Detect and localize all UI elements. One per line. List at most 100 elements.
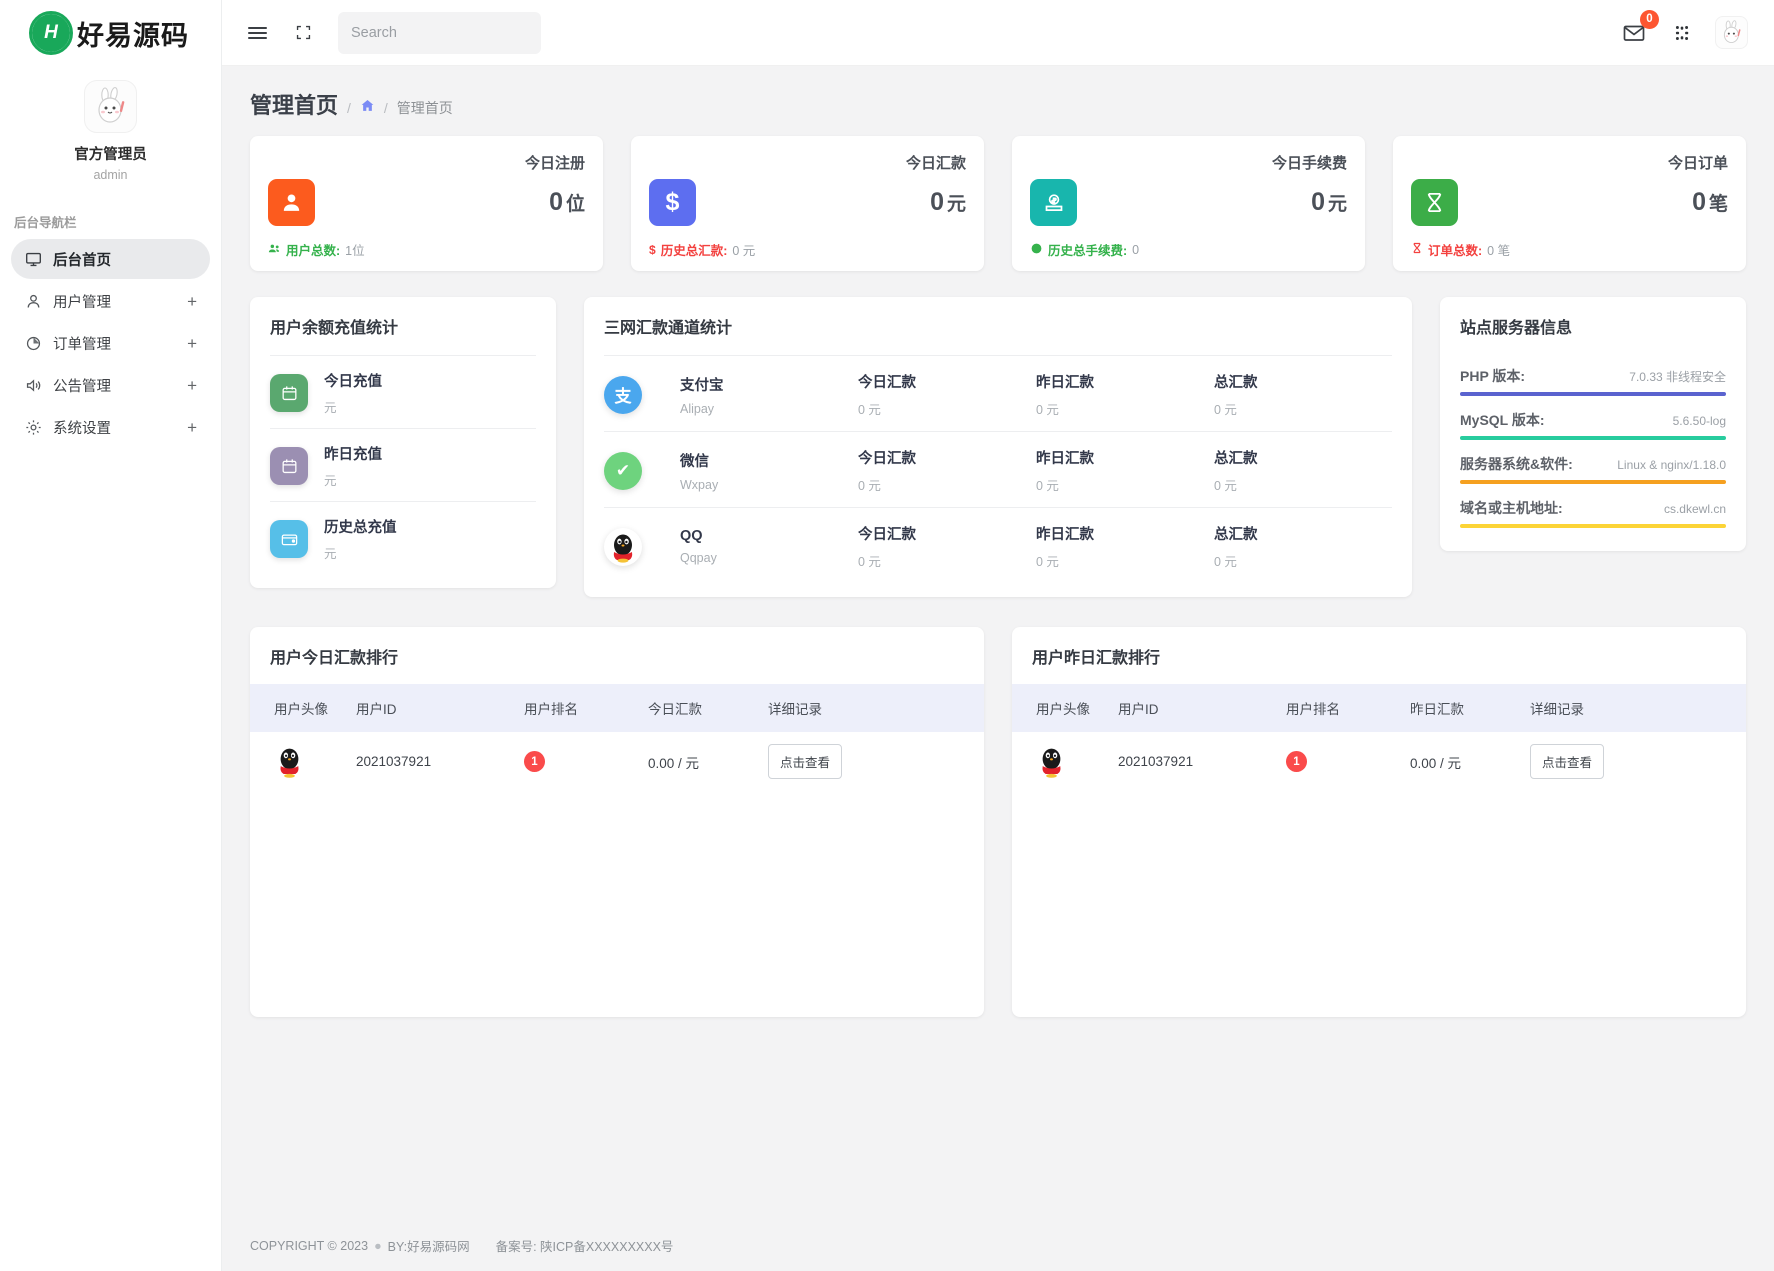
view-detail-button[interactable]: 点击查看 [768,744,843,779]
server-key: 服务器系统&软件: [1460,456,1573,472]
stat-foot-key: 历史总汇款: [660,244,728,258]
channel-name: 微信 [680,453,709,470]
stat-card-today-order: 今日订单 0笔 订单总数: 0 笔 [1393,136,1746,271]
messages-button[interactable]: 0 [1619,9,1659,48]
cell-rank: 1 [1286,732,1410,791]
breadcrumb-current: 管理首页 [396,100,453,116]
user-icon [24,292,42,310]
server-row-mysql: MySQL 版本: 5.6.50-log [1460,399,1726,443]
nav-section-title: 后台导航栏 [14,216,77,230]
sidebar-item-label: 后台首页 [53,252,111,269]
channel-code: Wxpay [680,477,719,492]
server-line: 域名或主机地址: cs.dkewl.cn [1460,498,1726,518]
content-scroll: 管理首页 / / 管理首页 今日注册 0 位 用户总数: 1位 今日汇款 $ 0… [222,66,1774,1271]
brand[interactable]: H 好易源码 [0,0,221,66]
channel-yesterday-cell: 昨日汇款 0 元 [1036,447,1214,494]
channel-total-cell: 总汇款 0 元 [1214,371,1392,418]
server-progress-bar [1460,524,1726,528]
server-progress-bar [1460,436,1726,440]
profile-avatar[interactable] [84,80,137,133]
server-value: 7.0.33 非线程安全 [1629,370,1726,384]
channel-total-value: 0 元 [1214,479,1237,493]
user-solid-icon [268,179,315,226]
stat-value-group: 0位 [549,188,585,217]
server-line: MySQL 版本: 5.6.50-log [1460,410,1726,430]
recharge-title: 今日充值 [324,374,382,390]
stat-unit: 元 [1327,194,1347,215]
column-header-userid: 用户ID [1118,702,1159,717]
channel-row-alipay: 支 支付宝 Alipay 今日汇款 0 元 昨日汇款 0 元 总汇款 0 元 [604,355,1392,431]
server-info-card: 站点服务器信息 PHP 版本: 7.0.33 非线程安全 MySQL 版本: 5… [1440,297,1746,551]
stat-label: 今日汇款 [905,155,966,172]
channel-code: Qqpay [680,551,717,565]
channel-total-value: 0 元 [1214,555,1237,569]
hamburger-icon [247,26,267,39]
menu-toggle-button[interactable] [242,18,272,48]
stat-unit: 笔 [1708,194,1728,215]
channel-today-value: 0 元 [858,403,881,417]
stat-value-group: 0元 [930,188,966,217]
sidebar-item-order-management[interactable]: 订单管理 + [11,323,210,363]
channel-today-value: 0 元 [858,555,881,569]
expand-plus-icon[interactable]: + [187,293,197,310]
expand-plus-icon[interactable]: + [187,335,197,352]
dashboard-grid: 今日注册 0位 用户总数: 1位 今日汇款 $ 0 元 $ 历史总汇款: 0 元… [222,136,1774,1017]
recharge-row-today: 今日充值 元 [270,355,536,428]
rabbit-avatar-icon [97,86,124,123]
footer-by-link[interactable]: BY:好易源码网 [388,1236,470,1255]
profile-role: admin [93,168,128,182]
rank-today-card: 用户今日汇款排行 用户头像 用户ID 用户排名 今日汇款 详细记录 202103… [250,627,984,1017]
channel-yesterday-label: 昨日汇款 [1036,375,1094,391]
fullscreen-button[interactable] [288,18,318,48]
channel-code: Alipay [680,401,715,416]
breadcrumb-separator-2: / [383,100,388,116]
sidebar-item-system-settings[interactable]: 系统设置 + [11,407,210,447]
card-title: 用户昨日汇款排行 [1032,650,1161,667]
stat-label: 今日手续费 [1271,155,1347,172]
dna-small-icon [1411,242,1423,257]
channel-total-value: 0 元 [1214,403,1237,417]
search-box[interactable] [338,11,541,54]
expand-plus-icon[interactable]: + [187,377,197,394]
coin-deposit-icon [1030,179,1077,226]
sidebar-item-user-management[interactable]: 用户管理 + [11,281,210,321]
home-icon[interactable] [360,98,375,117]
monitor-icon [24,250,42,268]
footer-copyright: COPYRIGHT © 2023 [250,1238,369,1253]
column-header-amount: 昨日汇款 [1410,702,1464,717]
dollar-sign-icon: $ [649,242,656,257]
server-row-domain: 域名或主机地址: cs.dkewl.cn [1460,487,1726,531]
rank-badge: 1 [524,751,545,772]
sidebar-item-dashboard[interactable]: 后台首页 [11,239,210,279]
qq-pay-icon [604,527,642,566]
channel-total-label: 总汇款 [1214,527,1258,543]
rank-today-table: 用户头像 用户ID 用户排名 今日汇款 详细记录 2021037921 1 0.… [250,684,984,791]
channel-total-label: 总汇款 [1214,375,1258,391]
server-rows: PHP 版本: 7.0.33 非线程安全 MySQL 版本: 5.6.50-lo… [1440,355,1746,551]
column-header-userid: 用户ID [356,702,397,717]
cell-amount: 0.00 / 元 [648,755,700,771]
channel-total-cell: 总汇款 0 元 [1214,447,1392,494]
cell-avatar [250,732,356,791]
topbar: 0 [222,0,1774,66]
view-detail-button[interactable]: 点击查看 [1530,744,1605,779]
channel-today-cell: 今日汇款 0 元 [858,523,1036,570]
table-head: 用户头像 用户ID 用户排名 昨日汇款 详细记录 [1012,684,1746,732]
breadcrumb-separator: / [347,100,351,116]
table-header-row: 用户头像 用户ID 用户排名 今日汇款 详细记录 [250,684,984,732]
apps-button[interactable] [1667,18,1697,48]
rank-yesterday-table: 用户头像 用户ID 用户排名 昨日汇款 详细记录 2021037921 1 0.… [1012,684,1746,791]
search-input[interactable] [351,24,538,41]
megaphone-icon [24,376,42,394]
user-avatar-button[interactable] [1715,16,1748,49]
cell-userid: 2021037921 [356,754,432,769]
topbar-actions: 0 [1619,9,1748,49]
sidebar-item-announcement-management[interactable]: 公告管理 + [11,365,210,405]
channel-yesterday-cell: 昨日汇款 0 元 [1036,523,1214,570]
channel-today-cell: 今日汇款 0 元 [858,447,1036,494]
recharge-texts: 昨日充值 元 [324,443,382,489]
sidebar-item-label: 订单管理 [53,336,111,353]
expand-plus-icon[interactable]: + [187,419,197,436]
table-head: 用户头像 用户ID 用户排名 今日汇款 详细记录 [250,684,984,732]
page-header: 管理首页 / / 管理首页 [222,66,1774,136]
